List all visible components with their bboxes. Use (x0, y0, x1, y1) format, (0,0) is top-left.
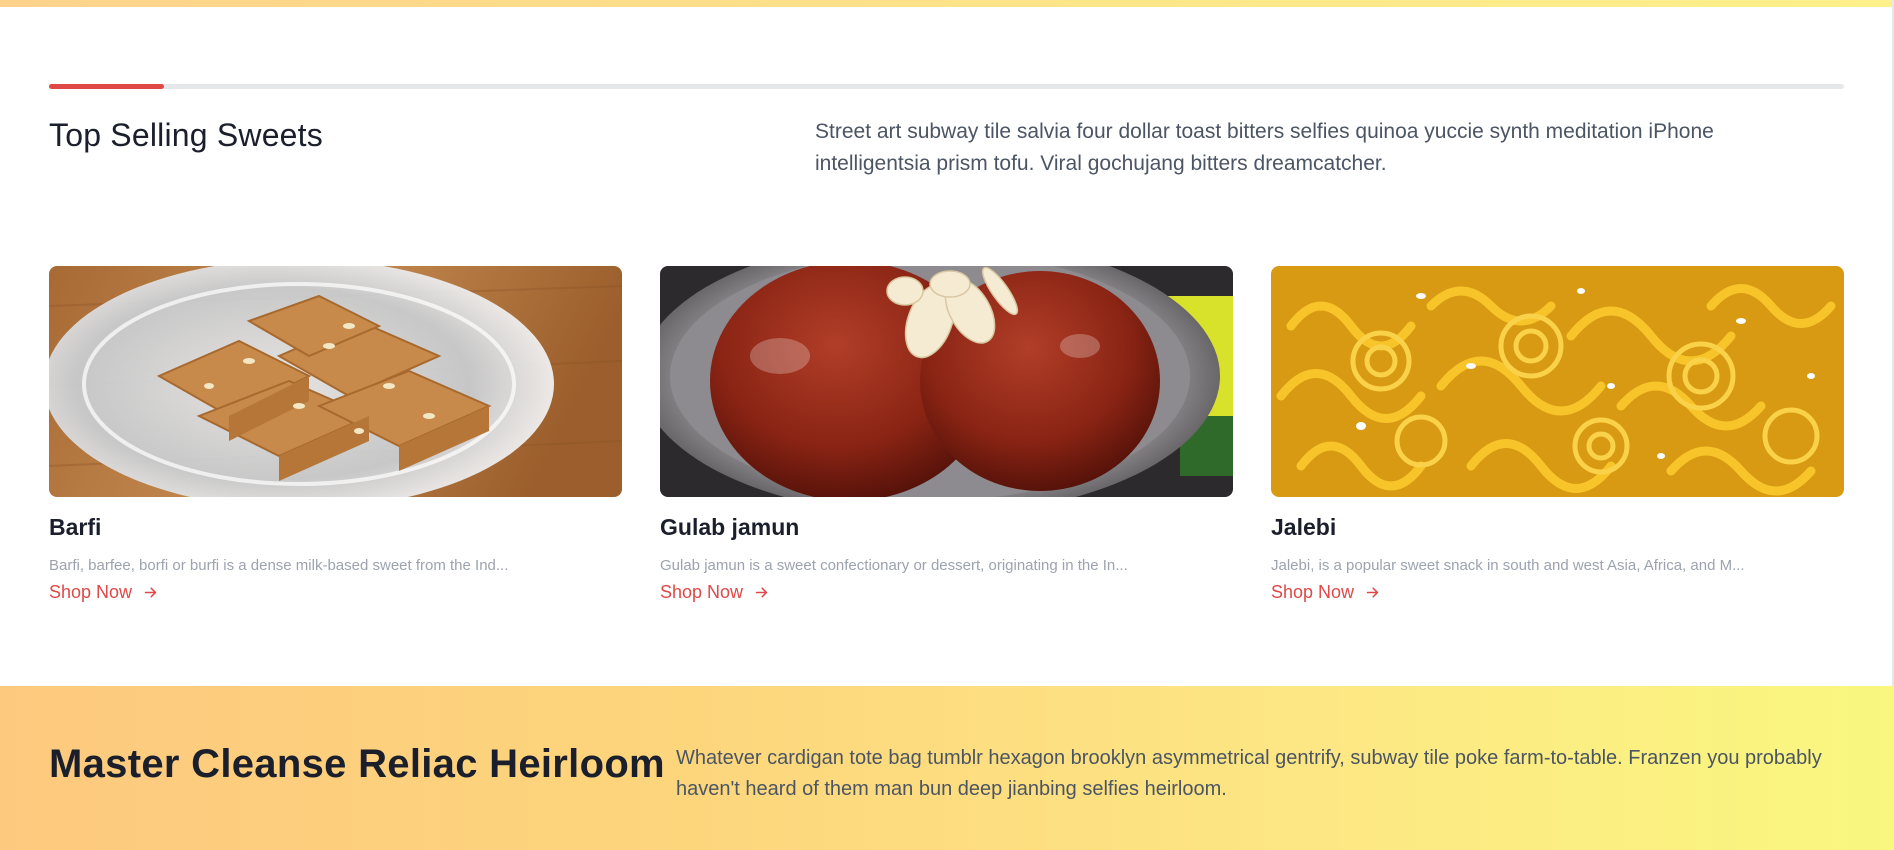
product-description: Gulab jamun is a sweet confectionary or … (660, 557, 1128, 574)
product-card-barfi: Barfi Barfi, barfee, borfi or burfi is a… (49, 266, 622, 603)
section-description: Street art subway tile salvia four dolla… (815, 120, 1714, 175)
section-progress-bar (49, 84, 1844, 89)
shop-now-label: Shop Now (49, 582, 133, 602)
banner-description: Whatever cardigan tote bag tumblr hexago… (676, 747, 1822, 800)
product-image-barfi[interactable] (49, 266, 622, 497)
product-name: Barfi (49, 514, 102, 540)
product-card-gulab-jamun: Gulab jamun Gulab jamun is a sweet confe… (660, 266, 1233, 603)
product-image-gulab-jamun[interactable] (660, 266, 1233, 497)
product-card-jalebi: Jalebi Jalebi, is a popular sweet snack … (1271, 266, 1844, 603)
shop-now-link[interactable]: Shop Now (1271, 582, 1381, 603)
shop-now-link[interactable]: Shop Now (660, 582, 770, 603)
shop-now-label: Shop Now (1271, 582, 1355, 602)
arrow-right-icon (755, 587, 768, 598)
arrow-right-icon (144, 587, 157, 598)
section-progress-fill (49, 84, 164, 89)
product-name: Gulab jamun (660, 514, 800, 540)
product-description: Barfi, barfee, borfi or burfi is a dense… (49, 557, 509, 574)
product-description: Jalebi, is a popular sweet snack in sout… (1271, 557, 1745, 574)
section-title: Top Selling Sweets (49, 117, 323, 153)
arrow-right-icon (1366, 587, 1379, 598)
shop-now-label: Shop Now (660, 582, 744, 602)
top-gradient-strip (0, 0, 1894, 7)
product-image-jalebi[interactable] (1271, 266, 1844, 497)
promo-banner: Master Cleanse Reliac Heirloom Whatever … (0, 686, 1894, 850)
product-name: Jalebi (1271, 514, 1337, 540)
banner-title: Master Cleanse Reliac Heirloom (49, 742, 665, 786)
shop-now-link[interactable]: Shop Now (49, 582, 159, 603)
